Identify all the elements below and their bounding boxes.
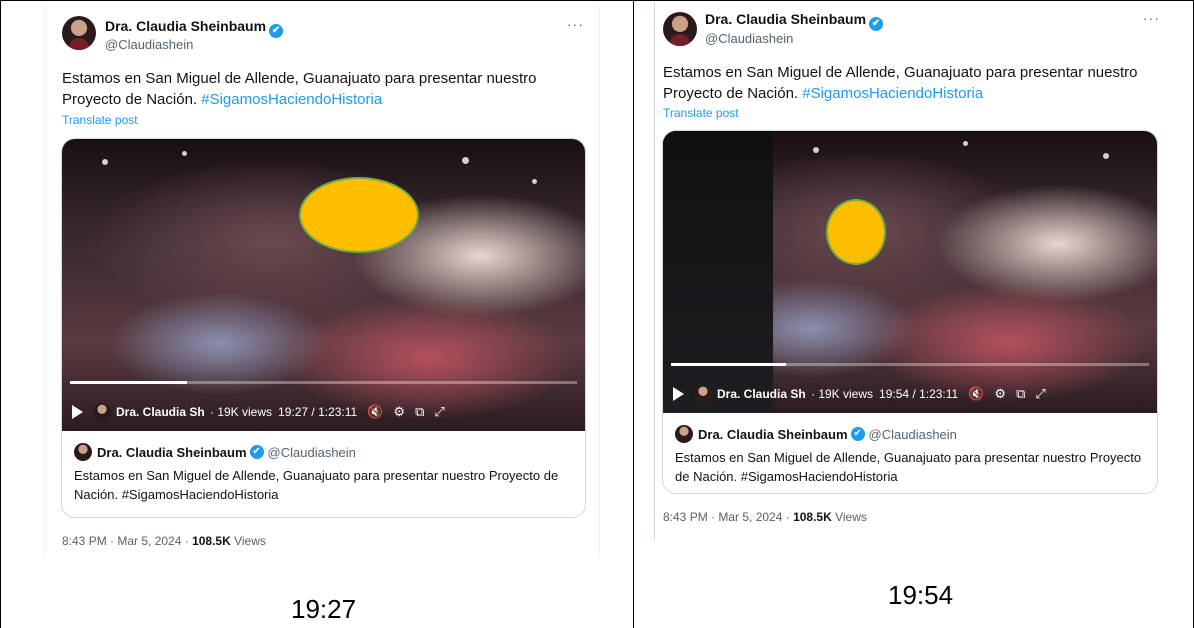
- author-handle[interactable]: @Claudiashein: [705, 31, 793, 46]
- quote-author-name: Dra. Claudia Sheinbaum: [698, 426, 848, 442]
- video-player[interactable]: Dra. Claudia Sheinb · 19K views 19:27 / …: [62, 139, 585, 431]
- light-flare: [182, 151, 187, 156]
- author-name-text: Dra. Claudia Sheinbaum: [105, 18, 267, 34]
- quote-text: Estamos en San Miguel de Allende, Guanaj…: [74, 468, 559, 502]
- author-handle[interactable]: @Claudiashein: [105, 37, 193, 52]
- verified-badge-icon: ✔: [249, 445, 264, 459]
- fullscreen-icon[interactable]: ⤢: [1035, 386, 1045, 402]
- video-progress-fill: [671, 363, 786, 366]
- hashtag-link[interactable]: #SigamosHaciendoHistoria: [201, 91, 382, 108]
- avatar[interactable]: [663, 12, 697, 46]
- post-meta: 8:43 PM · Mar 5, 2024 · 108.5K Views: [62, 534, 266, 548]
- tweet-header: Dra. Claudia Sheinbaum ✔ @Claudiashein ··…: [45, 6, 599, 54]
- author-name-text: Dra. Claudia Sheinbaum: [705, 11, 867, 27]
- quoted-tweet[interactable]: Dra. Claudia Sheinbaum ✔ @Claudiashein E…: [663, 415, 1157, 493]
- quote-avatar: [675, 425, 693, 443]
- light-flare: [462, 157, 469, 164]
- video-frame: [62, 139, 585, 431]
- video-progress-track[interactable]: [70, 381, 577, 384]
- tweet-text: Estamos en San Miguel de Allende, Guanaj…: [62, 68, 587, 110]
- views-count: 108.5K: [793, 510, 832, 524]
- video-progress-track[interactable]: [671, 363, 1149, 366]
- caption-right: 19:54: [888, 580, 954, 610]
- light-flare: [102, 159, 108, 165]
- play-icon[interactable]: [673, 387, 684, 401]
- table-border-left: [0, 0, 1, 628]
- verified-badge-icon: ✔: [269, 24, 284, 38]
- author-name[interactable]: Dra. Claudia Sheinbaum ✔: [105, 18, 284, 38]
- media-card: Dra. Claudia Sheinb · 19K views 19:27 / …: [61, 138, 586, 518]
- channel-avatar: [93, 403, 111, 421]
- post-meta: 8:43 PM · Mar 5, 2024 · 108.5K Views: [663, 510, 867, 524]
- verified-badge-icon: ✔: [869, 17, 884, 31]
- light-flare: [963, 141, 968, 146]
- mute-icon[interactable]: 🔇: [968, 386, 984, 402]
- tweet-header: Dra. Claudia Sheinbaum ✔ @Claudiashein ··…: [655, 2, 1165, 50]
- quote-header: Dra. Claudia Sheinbaum ✔ @Claudiashein: [675, 425, 1145, 443]
- tweet-left: Dra. Claudia Sheinbaum ✔ @Claudiashein ··…: [44, 6, 600, 558]
- views-label: Views: [230, 534, 266, 548]
- more-icon[interactable]: ···: [567, 16, 584, 32]
- mute-icon[interactable]: 🔇: [367, 404, 383, 420]
- caption-left: 19:27: [291, 594, 357, 624]
- video-progress-fill: [70, 381, 187, 384]
- quote-author-handle: @Claudiashein: [267, 444, 356, 460]
- quoted-tweet[interactable]: Dra. Claudia Sheinbaum ✔ @Claudiashein E…: [62, 433, 585, 514]
- table-border-top: [0, 0, 1194, 1]
- translate-link[interactable]: Translate post: [62, 113, 138, 127]
- quote-text: Estamos en San Miguel de Allende, Guanaj…: [675, 450, 1142, 484]
- settings-icon[interactable]: ⚙: [994, 386, 1006, 402]
- views-label: Views: [831, 510, 867, 524]
- video-time: 19:54 / 1:23:11: [879, 387, 959, 401]
- fullscreen-icon[interactable]: ⤢: [434, 404, 444, 420]
- views-count: 108.5K: [192, 534, 231, 548]
- author-name[interactable]: Dra. Claudia Sheinbaum ✔: [705, 11, 884, 31]
- quote-author-name: Dra. Claudia Sheinbaum: [97, 444, 247, 460]
- view-count: · 19K views: [210, 405, 273, 419]
- view-count: · 19K views: [811, 387, 874, 401]
- settings-icon[interactable]: ⚙: [393, 404, 405, 420]
- quote-header: Dra. Claudia Sheinbaum ✔ @Claudiashein: [74, 443, 573, 461]
- video-player[interactable]: Dra. Claudia Sheinb · 19K views 19:54 / …: [663, 131, 1157, 413]
- quote-avatar: [74, 443, 92, 461]
- redaction-oval: [299, 177, 419, 253]
- channel-name: Dra. Claudia Sheinb: [717, 387, 805, 401]
- tweet-right: Dra. Claudia Sheinbaum ✔ @Claudiashein ··…: [654, 2, 1165, 540]
- pip-icon[interactable]: ⧉: [415, 404, 424, 420]
- light-flare: [1103, 153, 1109, 159]
- channel-name: Dra. Claudia Sheinb: [116, 405, 204, 419]
- video-time: 19:27 / 1:23:11: [278, 405, 358, 419]
- play-icon[interactable]: [72, 405, 83, 419]
- light-flare: [532, 179, 537, 184]
- more-icon[interactable]: ···: [1143, 10, 1160, 26]
- verified-badge-icon: ✔: [850, 427, 865, 441]
- media-card: Dra. Claudia Sheinb · 19K views 19:54 / …: [662, 130, 1158, 494]
- table-column-divider: [633, 0, 634, 628]
- redaction-oval: [826, 199, 886, 265]
- channel-avatar: [694, 385, 712, 403]
- post-timestamp[interactable]: 8:43 PM · Mar 5, 2024 ·: [62, 534, 192, 548]
- pip-icon[interactable]: ⧉: [1016, 386, 1025, 402]
- avatar[interactable]: [62, 16, 96, 50]
- light-flare: [813, 147, 819, 153]
- post-timestamp[interactable]: 8:43 PM · Mar 5, 2024 ·: [663, 510, 793, 524]
- hashtag-link[interactable]: #SigamosHaciendoHistoria: [802, 85, 983, 102]
- speaker-stack: [663, 131, 773, 413]
- video-controls: Dra. Claudia Sheinb · 19K views 19:27 / …: [62, 397, 585, 427]
- tweet-text: Estamos en San Miguel de Allende, Guanaj…: [663, 62, 1158, 104]
- quote-author-handle: @Claudiashein: [868, 426, 957, 442]
- translate-link[interactable]: Translate post: [663, 106, 739, 120]
- video-controls: Dra. Claudia Sheinb · 19K views 19:54 / …: [663, 379, 1157, 409]
